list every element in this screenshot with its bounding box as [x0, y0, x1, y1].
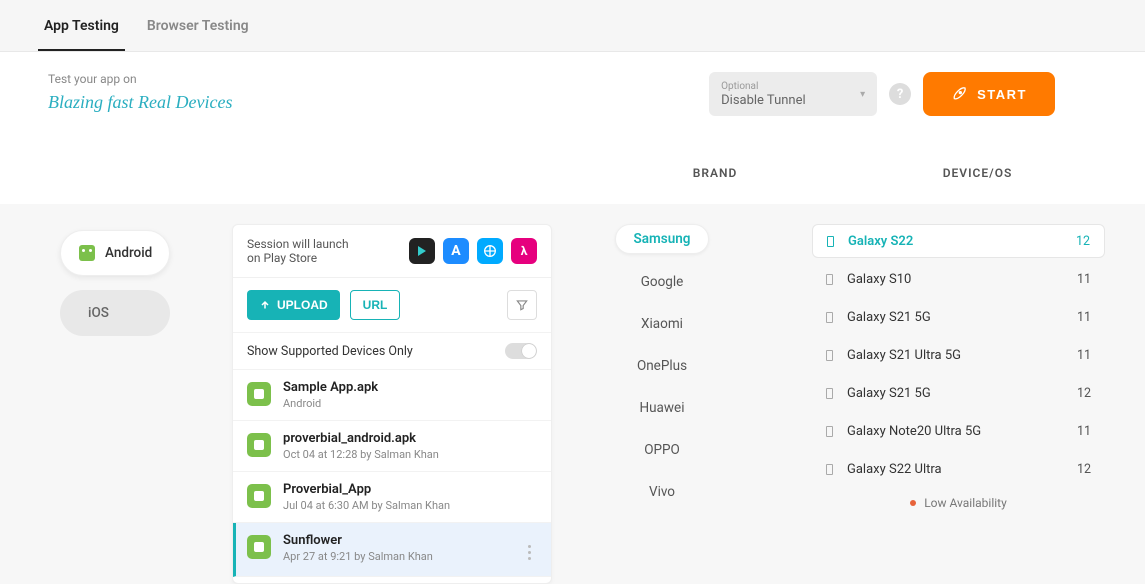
app-name: Proverbial_App	[283, 482, 450, 497]
app-item[interactable]: Proverbial_App Jul 04 at 6:30 AM by Salm…	[233, 472, 551, 523]
tunnel-dropdown[interactable]: Optional Disable Tunnel ▾	[709, 72, 877, 116]
supported-toggle-label: Show Supported Devices Only	[247, 344, 413, 359]
brand-huawei[interactable]: Huawei	[621, 394, 702, 422]
top-tab-bar: App Testing Browser Testing	[0, 0, 1145, 52]
main-area: Android iOS Session will launch on Play …	[0, 204, 1145, 584]
app-name: proverbial_android.apk	[283, 431, 439, 446]
tunnel-optional-label: Optional	[721, 80, 806, 94]
phone-icon	[826, 274, 833, 285]
device-version: 12	[1076, 234, 1090, 249]
upload-icon	[259, 299, 271, 311]
header-small-label: Test your app on	[48, 72, 709, 86]
device-row-selected[interactable]: Galaxy S22 12	[812, 224, 1105, 258]
brand-samsung[interactable]: Samsung	[615, 224, 710, 254]
device-version: 11	[1077, 348, 1091, 363]
app-name: Sunflower	[283, 533, 433, 548]
os-selector: Android iOS	[0, 224, 200, 584]
header-row: Test your app on Blazing fast Real Devic…	[0, 52, 1145, 116]
device-version: 12	[1077, 462, 1091, 477]
apk-icon	[247, 433, 271, 457]
app-panel: Session will launch on Play Store A λ UP…	[232, 224, 552, 584]
column-headers: BRAND DEVICE/OS	[0, 116, 1145, 180]
device-name: Galaxy Note20 Ultra 5G	[847, 424, 1077, 439]
brand-column: Samsung Google Xiaomi OnePlus Huawei OPP…	[552, 224, 742, 584]
os-ios-pill[interactable]: iOS	[60, 290, 170, 336]
testflight-icon[interactable]	[477, 238, 503, 264]
brand-vivo[interactable]: Vivo	[631, 478, 693, 506]
rocket-icon	[951, 86, 967, 102]
device-version: 12	[1077, 386, 1091, 401]
phone-icon	[826, 464, 833, 475]
play-store-icon[interactable]	[409, 238, 435, 264]
low-availability-legend: Low Availability	[812, 496, 1105, 510]
device-row[interactable]: Galaxy Note20 Ultra 5G 11	[812, 414, 1105, 448]
device-version: 11	[1077, 272, 1091, 287]
kebab-menu-icon[interactable]	[522, 539, 537, 566]
apk-icon	[247, 382, 271, 406]
device-name: Galaxy S22	[848, 234, 1076, 249]
device-column-header: DEVICE/OS	[810, 166, 1145, 180]
chevron-down-icon: ▾	[860, 89, 865, 100]
firebase-icon[interactable]: λ	[511, 238, 537, 264]
brand-oneplus[interactable]: OnePlus	[619, 352, 705, 380]
os-android-label: Android	[105, 245, 152, 261]
app-item[interactable]: Sample App.apk Android	[233, 370, 551, 421]
device-name: Galaxy S21 Ultra 5G	[847, 348, 1077, 363]
start-button[interactable]: START	[923, 72, 1055, 116]
header-hero-title: Blazing fast Real Devices	[48, 92, 709, 113]
supported-toggle[interactable]	[505, 343, 537, 359]
os-android-pill[interactable]: Android	[60, 230, 170, 276]
device-name: Galaxy S21 5G	[847, 310, 1077, 325]
apk-icon	[247, 484, 271, 508]
url-button[interactable]: URL	[350, 290, 401, 320]
device-name: Galaxy S10	[847, 272, 1077, 287]
device-row[interactable]: Galaxy S10 11	[812, 262, 1105, 296]
brand-google[interactable]: Google	[623, 268, 702, 296]
device-row[interactable]: Galaxy S21 5G 11	[812, 300, 1105, 334]
device-version: 11	[1077, 424, 1091, 439]
device-row[interactable]: Galaxy S21 Ultra 5G 11	[812, 338, 1105, 372]
device-version: 11	[1077, 310, 1091, 325]
app-store-icon[interactable]: A	[443, 238, 469, 264]
app-name: Sample App.apk	[283, 380, 378, 395]
apk-icon	[247, 535, 271, 559]
phone-icon	[826, 426, 833, 437]
upload-label: UPLOAD	[277, 298, 328, 312]
low-availability-dot-icon	[910, 500, 916, 506]
device-name: Galaxy S22 Ultra	[847, 462, 1077, 477]
launch-line2: on Play Store	[247, 251, 349, 265]
funnel-icon	[515, 298, 529, 312]
os-ios-label: iOS	[88, 305, 109, 321]
phone-icon	[826, 312, 833, 323]
launch-line1: Session will launch	[247, 237, 349, 251]
device-name: Galaxy S21 5G	[847, 386, 1077, 401]
tab-browser-testing[interactable]: Browser Testing	[133, 0, 263, 51]
upload-button[interactable]: UPLOAD	[247, 290, 340, 320]
app-meta: Apr 27 at 9:21 by Salman Khan	[283, 550, 433, 563]
tunnel-value: Disable Tunnel	[721, 94, 806, 108]
brand-oppo[interactable]: OPPO	[626, 436, 698, 464]
brand-xiaomi[interactable]: Xiaomi	[623, 310, 701, 338]
app-meta: Oct 04 at 12:28 by Salman Khan	[283, 448, 439, 461]
device-row[interactable]: Galaxy S22 Ultra 12	[812, 452, 1105, 486]
phone-icon	[827, 236, 834, 247]
filter-button[interactable]	[507, 290, 537, 320]
phone-icon	[826, 388, 833, 399]
device-row[interactable]: Galaxy S21 5G 12	[812, 376, 1105, 410]
app-meta: Android	[283, 397, 378, 410]
brand-column-header: BRAND	[620, 166, 810, 180]
phone-icon	[826, 350, 833, 361]
app-list: Sample App.apk Android proverbial_androi…	[233, 370, 551, 583]
app-item[interactable]: proverbial_android.apk Oct 04 at 12:28 b…	[233, 421, 551, 472]
device-column: Galaxy S22 12 Galaxy S10 11 Galaxy S21 5…	[742, 224, 1145, 584]
low-availability-label: Low Availability	[924, 496, 1007, 510]
app-meta: Jul 04 at 6:30 AM by Salman Khan	[283, 499, 450, 512]
android-icon	[79, 245, 95, 261]
help-icon[interactable]: ?	[889, 83, 911, 105]
app-item-selected[interactable]: Sunflower Apr 27 at 9:21 by Salman Khan	[233, 523, 551, 577]
start-label: START	[977, 87, 1027, 102]
tab-app-testing[interactable]: App Testing	[30, 0, 133, 51]
